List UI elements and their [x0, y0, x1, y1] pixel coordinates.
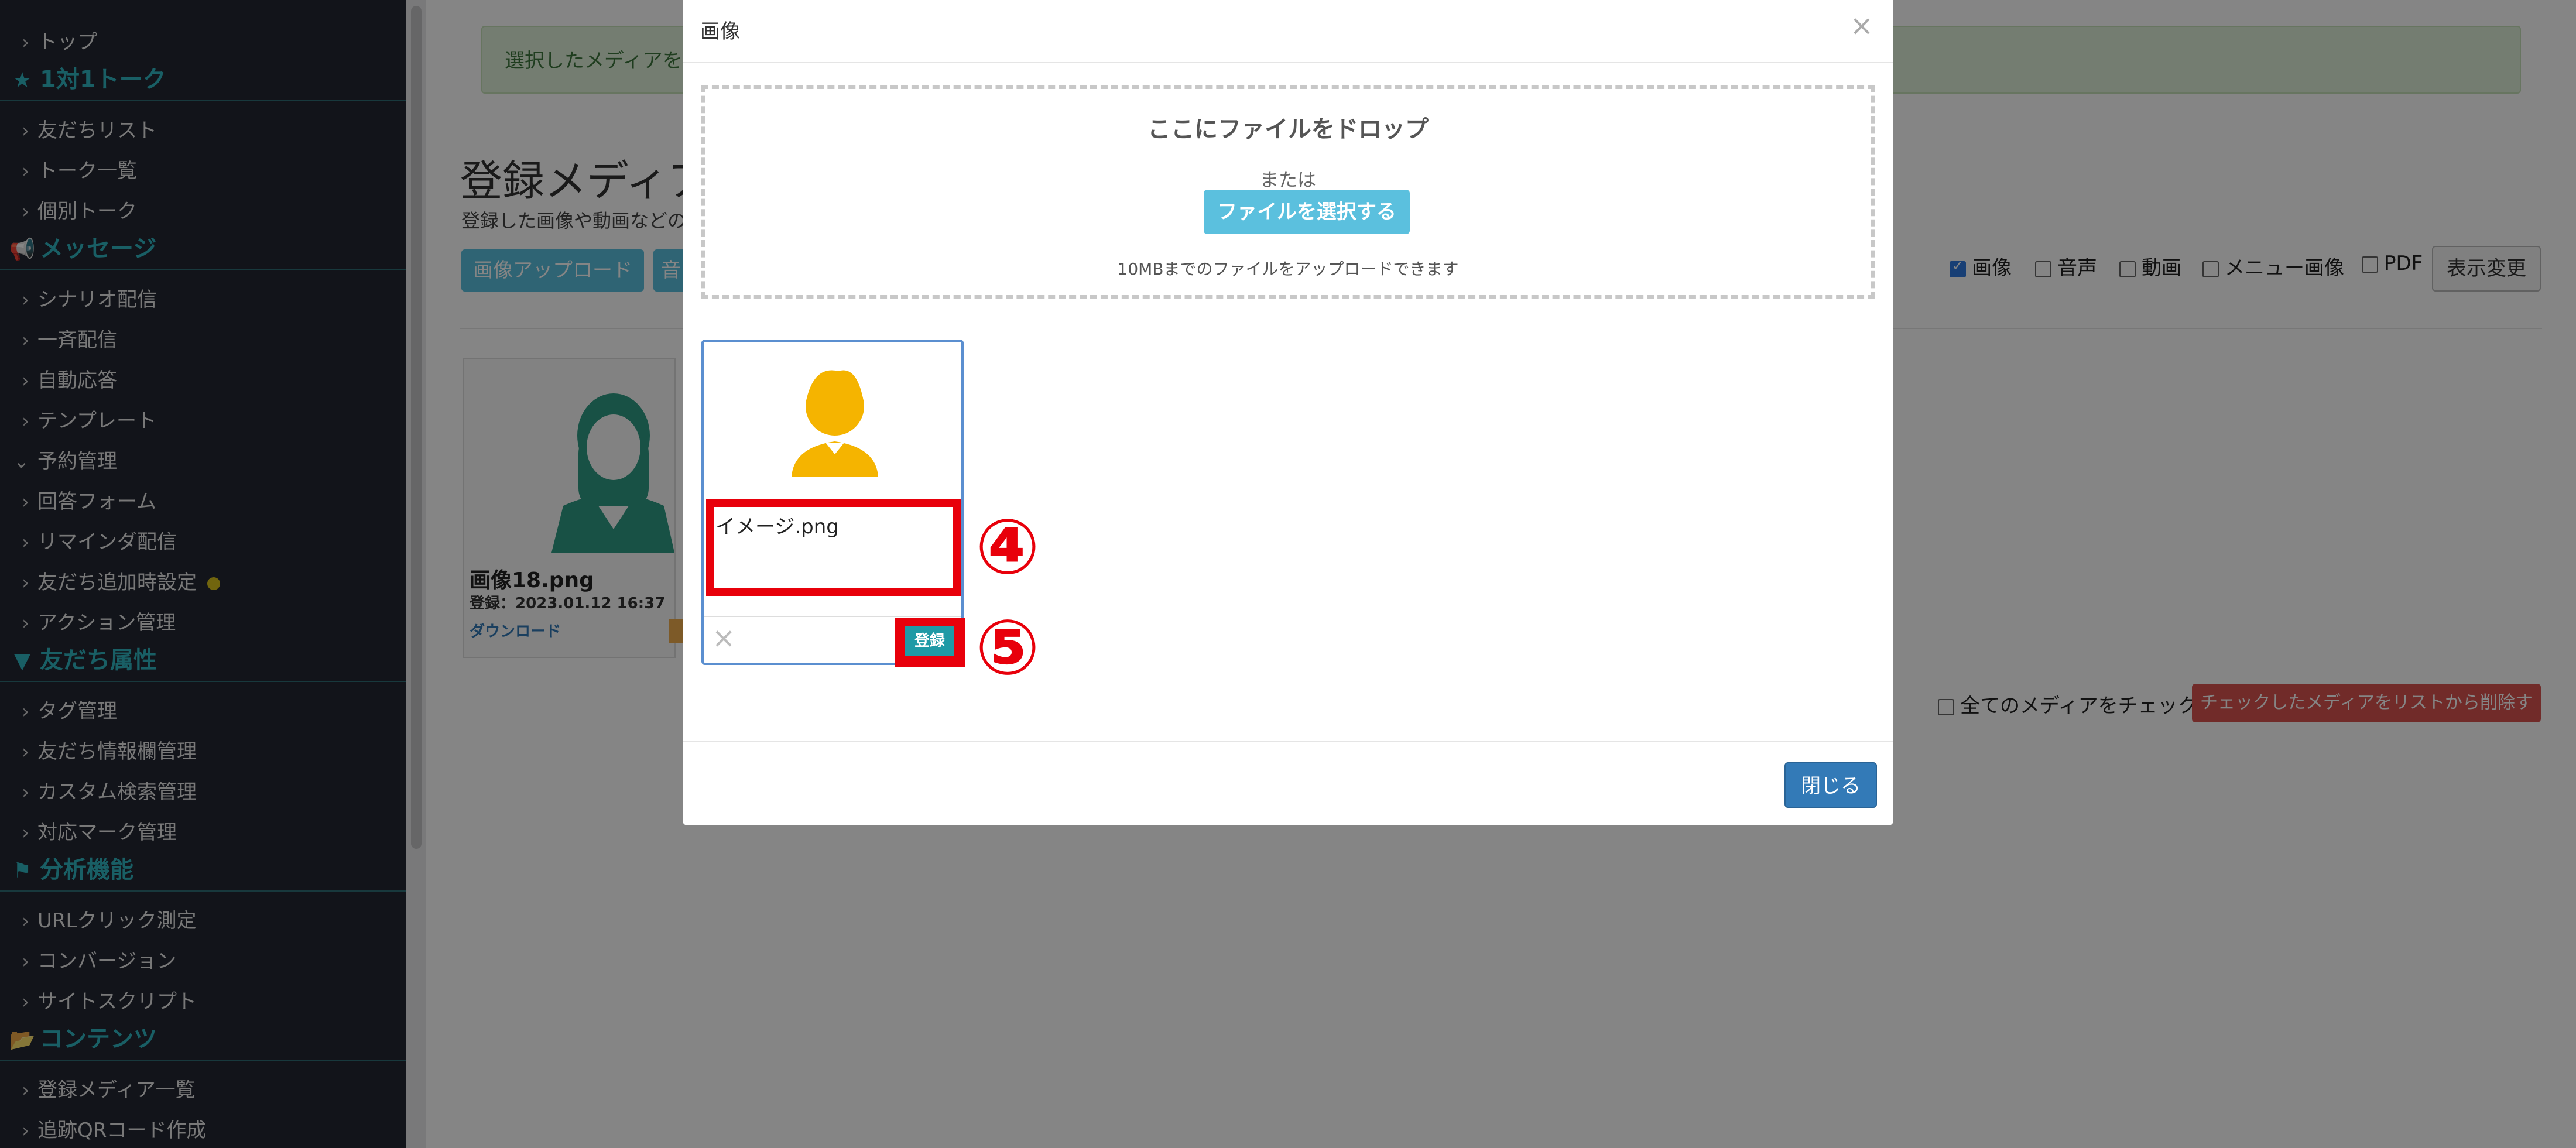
drop-or: または: [1259, 169, 1316, 191]
register-button[interactable]: 登録: [905, 626, 954, 656]
upload-modal: 画像 × ここにファイルをドロップ または ファイルを選択する 10MBまでのフ…: [683, 0, 1893, 825]
step-5-marker: ⑤: [975, 603, 1040, 692]
close-icon[interactable]: ×: [1850, 9, 1873, 42]
file-drop-zone[interactable]: ここにファイルをドロップ または ファイルを選択する 10MBまでのファイルをア…: [701, 85, 1875, 299]
select-file-button[interactable]: ファイルを選択する: [1204, 190, 1410, 234]
filename-input[interactable]: イメージ.png: [715, 510, 839, 539]
drop-title: ここにファイルをドロップ: [1147, 116, 1429, 143]
close-button[interactable]: 閉じる: [1784, 762, 1877, 808]
man-avatar-icon: [792, 370, 878, 477]
remove-file-icon[interactable]: ×: [712, 622, 735, 654]
step-4-marker: ④: [975, 502, 1040, 591]
drop-note: 10MBまでのファイルをアップロードできます: [1117, 259, 1459, 279]
modal-title: 画像: [700, 20, 740, 43]
